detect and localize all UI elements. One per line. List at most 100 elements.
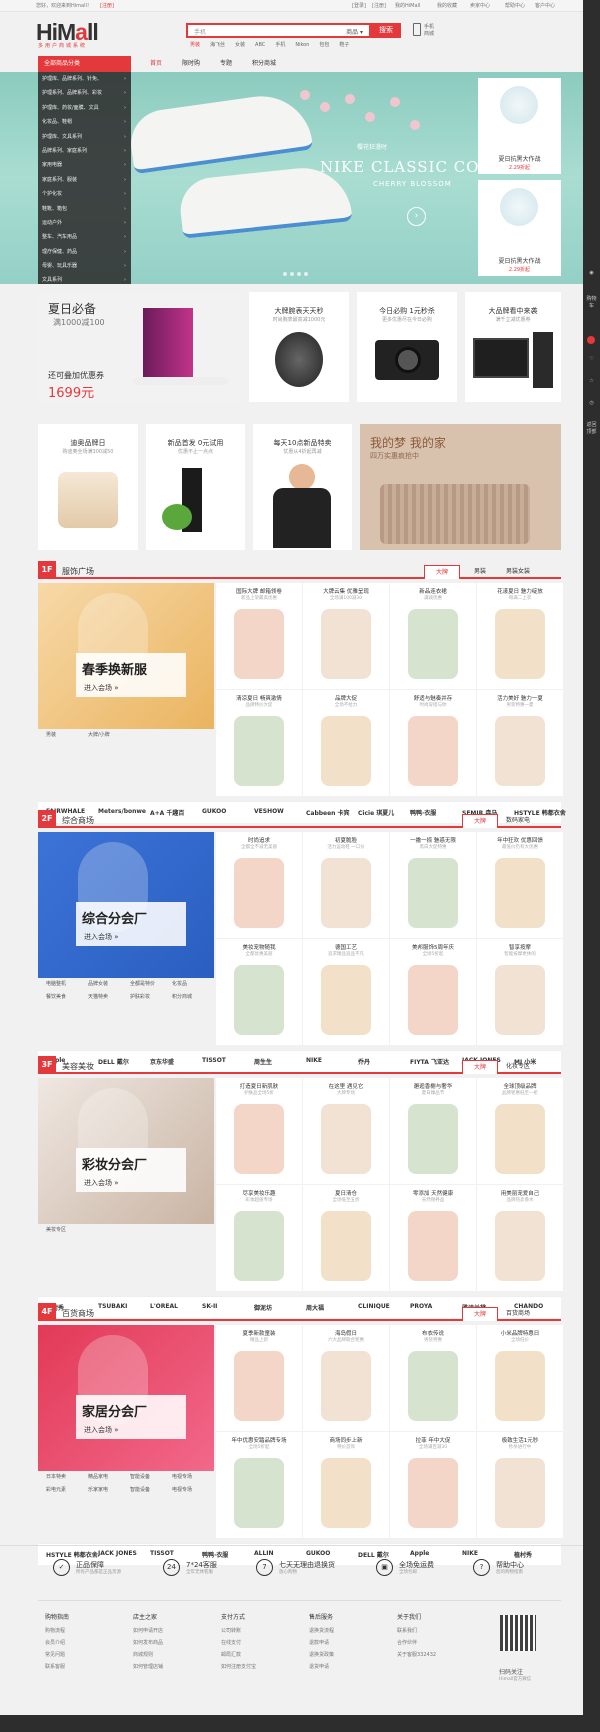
product-cell[interactable]: 小米品牌特惠日 全场低价 xyxy=(477,1325,563,1431)
footer-link[interactable]: 退货申请 xyxy=(309,1663,334,1670)
side-ad[interactable]: 夏日抗黑大作战 2.29折起 xyxy=(478,78,561,174)
product-cell[interactable]: 活力美好 魅力一夏 男装特惠一夏 xyxy=(477,690,563,796)
favorites-icon[interactable]: ♡ xyxy=(585,356,598,362)
floor-tab[interactable]: 大牌 xyxy=(462,1307,498,1321)
enter-venue-link[interactable]: 进入会场 » xyxy=(84,1178,119,1188)
footer-link[interactable]: 退换货政策 xyxy=(309,1651,334,1658)
nav-flash-sale[interactable]: 限时购 xyxy=(182,56,200,72)
category-item[interactable]: 护理库、药妆/面膜、文具 › xyxy=(38,101,131,115)
category-item[interactable]: 化妆品、鞋帽 › xyxy=(38,115,131,129)
floor-tab[interactable]: 大牌 xyxy=(424,565,460,579)
mobile-mall-label[interactable]: 手机商城 xyxy=(424,24,434,38)
category-item[interactable]: 个护化妆 › xyxy=(38,187,131,201)
category-item[interactable]: 母婴、玩具乐器 › xyxy=(38,259,131,273)
footer-link[interactable]: 关于客服332432 xyxy=(397,1651,436,1658)
category-item[interactable]: 家用电器 › xyxy=(38,158,131,172)
nav-points-mall[interactable]: 积分商城 xyxy=(252,56,276,72)
product-cell[interactable]: 尽享美妆乐趣 彩妆超值专场 xyxy=(216,1185,302,1291)
floor-link[interactable]: 智能设备 xyxy=(130,1486,150,1493)
floor-link[interactable]: 美妆专区 xyxy=(46,1226,66,1233)
product-cell[interactable]: 年中狂欢 优惠回馈 最低价仍有大优惠 xyxy=(477,832,563,938)
category-item[interactable]: 家庭系列、服装 › xyxy=(38,173,131,187)
product-cell[interactable]: 邂逅香榭与奢华 夏日臻品节 xyxy=(390,1078,476,1184)
floor-link[interactable]: 电视专场 xyxy=(172,1486,192,1493)
floor-promo-image[interactable]: 彩妆分会厂 进入会场 » xyxy=(38,1078,214,1224)
footer-link[interactable]: 如何申请开店 xyxy=(133,1627,163,1634)
floor-promo-image[interactable]: 综合分会厂 进入会场 » xyxy=(38,832,214,978)
product-cell[interactable]: 花漾夏日 魅力绽放 每满二上衣 xyxy=(477,583,563,689)
floor-link[interactable]: 电脑整机 xyxy=(46,980,66,987)
product-cell[interactable]: 舒适与魅奏并存 时尚穿搭与你 xyxy=(390,690,476,796)
footer-link[interactable]: 常见问题 xyxy=(45,1651,69,1658)
floor-link[interactable]: 化妆品 xyxy=(172,980,187,987)
promo-new-arrivals[interactable]: 每天10点新品特卖 优惠从4折起再减 xyxy=(253,424,352,550)
side-ad[interactable]: 夏日抗黑大作战 2.29折起 xyxy=(478,180,561,276)
floor-link[interactable]: 天猫特卖 xyxy=(88,993,108,1000)
nav-home[interactable]: 首页 xyxy=(150,56,162,72)
footer-link[interactable]: 联系我们 xyxy=(397,1627,436,1634)
footer-link[interactable]: 退款申请 xyxy=(309,1639,334,1646)
footer-link[interactable]: 会员介绍 xyxy=(45,1639,69,1646)
floor-link[interactable]: 日本特卖 xyxy=(46,1473,66,1480)
product-cell[interactable]: 在这里 遇见它 大牌专场 xyxy=(303,1078,389,1184)
category-item[interactable]: 品牌系列、家庭系列 › xyxy=(38,144,131,158)
floor-promo-card[interactable]: 彩妆分会厂 进入会场 » xyxy=(76,1148,186,1192)
star-icon[interactable]: ☆ xyxy=(585,378,598,384)
product-cell[interactable]: 夏季新款童装 精品上新 xyxy=(216,1325,302,1431)
register-link[interactable]: [注册] xyxy=(100,2,114,9)
banner-pagination[interactable] xyxy=(283,271,311,278)
floor-link[interactable]: 智能设备 xyxy=(130,1473,150,1480)
search-button[interactable]: 搜索 xyxy=(371,23,401,38)
category-item[interactable]: 鞋靴、箱包 › xyxy=(38,202,131,216)
product-cell[interactable]: 用美丽宠爱自己 品牌热卖香水 xyxy=(477,1185,563,1291)
enter-venue-link[interactable]: 进入会场 » xyxy=(84,932,119,942)
footer-link[interactable]: 如何发布商品 xyxy=(133,1639,163,1646)
register-link-2[interactable]: [注册] xyxy=(372,2,386,9)
hot-word[interactable]: ABC xyxy=(255,42,265,48)
floor-link[interactable]: 积分商城 xyxy=(172,993,192,1000)
hot-word[interactable]: 男装 xyxy=(190,41,200,48)
floor-tab[interactable]: 百货商场 xyxy=(500,1307,536,1321)
product-cell[interactable]: 年中优惠安踏品牌专场 全场5折起 xyxy=(216,1432,302,1538)
floor-tab[interactable]: 数码家电 xyxy=(500,814,536,828)
product-cell[interactable]: 大牌云集 优雅呈现 全场满100减30 xyxy=(303,583,389,689)
product-cell[interactable]: 品牌大促 全场不给力 xyxy=(303,690,389,796)
hot-word[interactable]: Nikon xyxy=(295,42,309,48)
help-center-link[interactable]: 帮助中心 xyxy=(505,2,525,9)
floor-promo-card[interactable]: 综合分会厂 进入会场 » xyxy=(76,902,186,946)
category-item[interactable]: 运动户外 › xyxy=(38,216,131,230)
footer-link[interactable]: 联系客服 xyxy=(45,1663,69,1670)
promo-computer[interactable]: 大品牌看中来袭 满千立减优惠券 xyxy=(465,292,561,402)
floor-tab[interactable]: 大牌 xyxy=(462,814,498,828)
floor-promo-card[interactable]: 家居分会厂 进入会场 » xyxy=(76,1395,186,1439)
floor-link[interactable]: 精品家电 xyxy=(88,1473,108,1480)
footer-link[interactable]: 合作伙伴 xyxy=(397,1639,436,1646)
floor-tab[interactable]: 大牌 xyxy=(462,1060,498,1074)
product-cell[interactable]: 极致生活1元秒 秒杀进行中 xyxy=(477,1432,563,1538)
product-cell[interactable]: 智享按摩 智能按摩更休闲 xyxy=(477,939,563,1045)
floor-link[interactable]: 大牌/小牌 xyxy=(88,731,110,738)
product-cell[interactable]: 清凉夏日 畅爽激情 品牌特价大促 xyxy=(216,690,302,796)
customer-center-link[interactable]: 客户中心 xyxy=(535,2,555,9)
product-cell[interactable]: 一撇一捺 魅惑无限 黑白大促特惠 xyxy=(390,832,476,938)
hot-word[interactable]: 鞋子 xyxy=(339,41,349,48)
hot-word[interactable]: 海飞丝 xyxy=(210,41,225,48)
nav-topics[interactable]: 专题 xyxy=(220,56,232,72)
product-cell[interactable]: 拉菲 年中大促 全场满百减30 xyxy=(390,1432,476,1538)
product-cell[interactable]: 全球顶级品牌 品牌钜惠低至一折 xyxy=(477,1078,563,1184)
all-categories-header[interactable]: 全部商品分类 xyxy=(38,56,131,72)
floor-promo-image[interactable]: 家居分会厂 进入会场 » xyxy=(38,1325,214,1471)
hot-word[interactable]: 包包 xyxy=(319,41,329,48)
floor-link[interactable]: 全都是特价 xyxy=(130,980,155,987)
cart-button[interactable]: 购物车 xyxy=(585,296,598,310)
floor-link[interactable]: 电视专场 xyxy=(172,1473,192,1480)
hot-word[interactable]: 女装 xyxy=(235,41,245,48)
footer-link[interactable]: 如何管理店铺 xyxy=(133,1663,163,1670)
floor-link[interactable]: 护肤彩妆 xyxy=(130,993,150,1000)
floor-link[interactable]: 品牌女装 xyxy=(88,980,108,987)
promo-new-trial[interactable]: 新品首发 0元试用 优惠不止一点点 xyxy=(146,424,245,550)
floor-promo-image[interactable]: 春季换新服 进入会场 » xyxy=(38,583,214,729)
promo-summer[interactable]: 夏日必备 满1000减100 还可叠加优惠券 1699元 xyxy=(38,292,241,402)
category-item[interactable]: 护理库、文具系列 › xyxy=(38,130,131,144)
promo-camera[interactable]: 今日必购 1元秒杀 更多优惠尽在今日必购 xyxy=(357,292,457,402)
